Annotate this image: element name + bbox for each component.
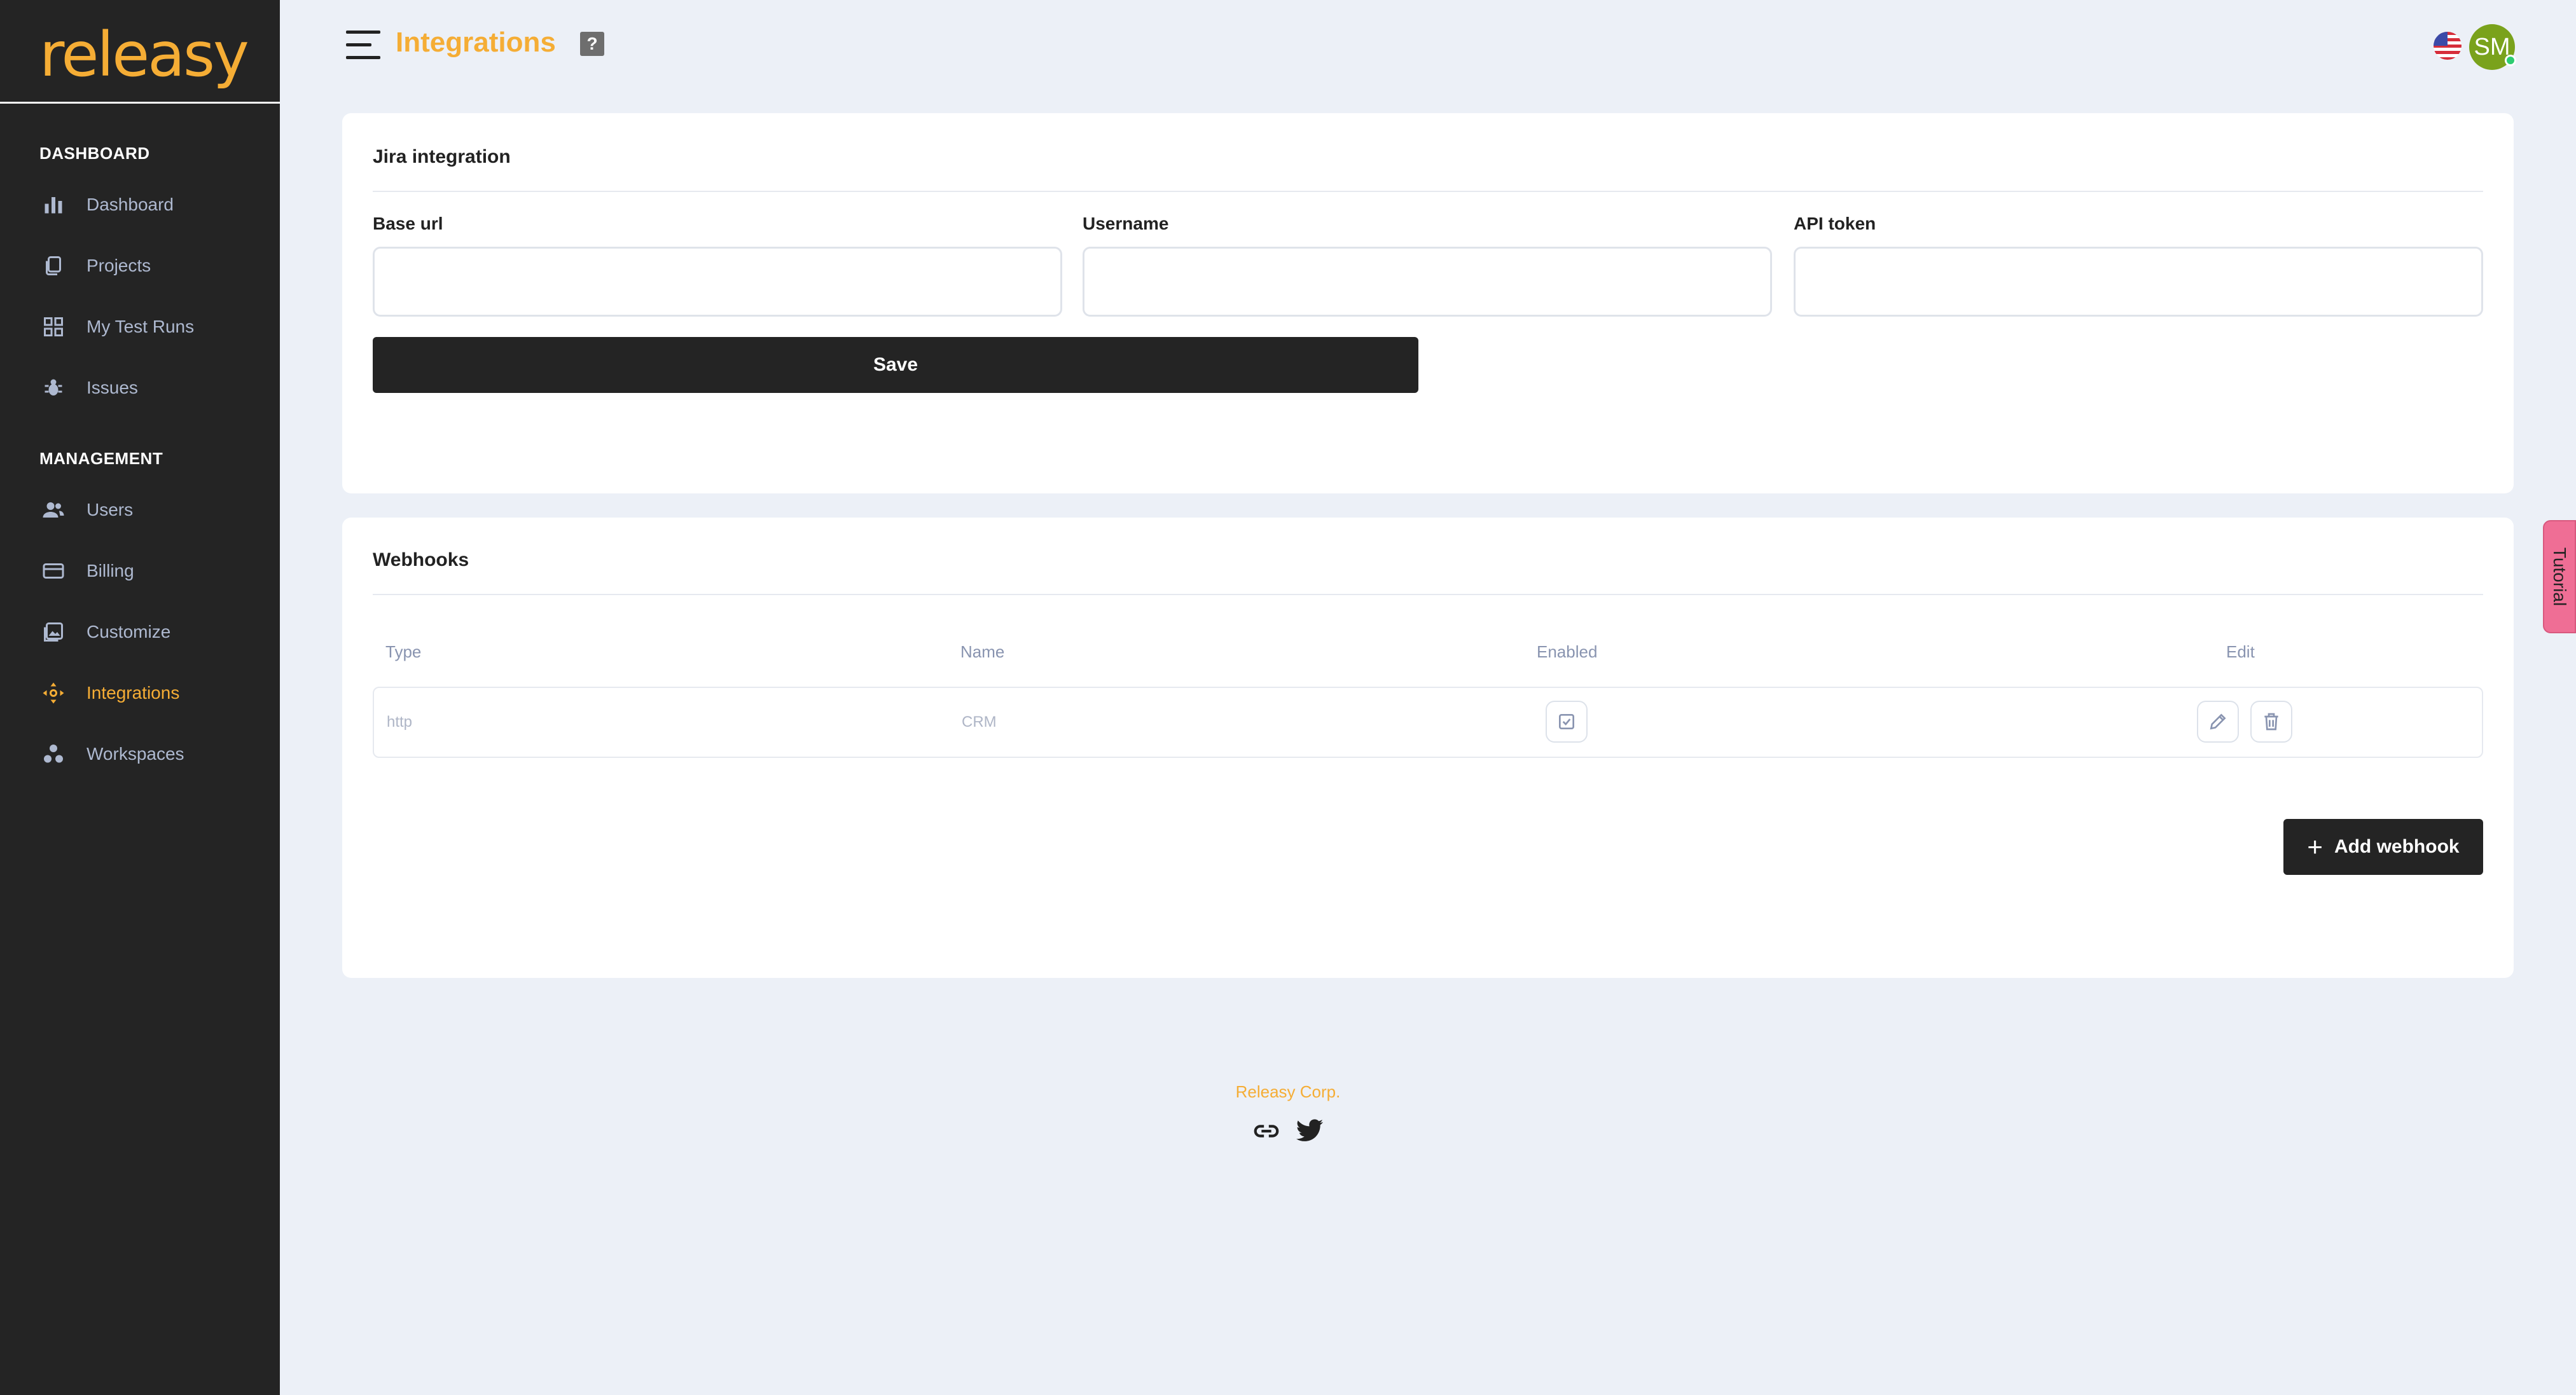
column-header-enabled: Enabled bbox=[1537, 642, 1598, 661]
column-header-edit: Edit bbox=[2226, 642, 2255, 661]
api-token-input[interactable] bbox=[1794, 247, 2483, 317]
sidebar-item-label: Customize bbox=[87, 622, 171, 642]
jira-card-title: Jira integration bbox=[373, 146, 511, 167]
edit-webhook-button[interactable] bbox=[2197, 701, 2239, 743]
webhook-type: http bbox=[387, 713, 413, 731]
sidebar-item-label: Dashboard bbox=[87, 195, 174, 214]
sidebar-section-dashboard: DASHBOARD bbox=[39, 144, 150, 163]
sidebar-section-management: MANAGEMENT bbox=[39, 449, 163, 468]
sidebar-item-projects[interactable]: Projects bbox=[39, 247, 256, 285]
online-status-indicator bbox=[2505, 55, 2516, 66]
credit-card-icon bbox=[39, 557, 67, 585]
image-gallery-icon bbox=[39, 618, 67, 646]
bar-chart-icon bbox=[39, 191, 67, 219]
workspaces-icon bbox=[39, 740, 67, 768]
table-row: http CRM bbox=[373, 687, 2483, 758]
integrations-icon bbox=[39, 679, 67, 707]
logo-divider bbox=[0, 102, 280, 104]
footer-company: Releasy Corp. bbox=[1235, 1082, 1341, 1101]
logo[interactable]: releasy bbox=[39, 24, 249, 85]
plus-icon: + bbox=[2307, 832, 2323, 862]
checkbox-checked-icon bbox=[1559, 714, 1574, 729]
username-label: Username bbox=[1083, 214, 1169, 233]
sidebar-item-label: Projects bbox=[87, 256, 151, 275]
divider bbox=[373, 191, 2483, 192]
pencil-icon bbox=[2210, 713, 2226, 730]
hamburger-menu-icon[interactable] bbox=[346, 31, 380, 60]
sidebar: releasy DASHBOARD Dashboard Projects My … bbox=[0, 0, 280, 1395]
sidebar-item-label: Issues bbox=[87, 378, 138, 397]
sidebar-item-workspaces[interactable]: Workspaces bbox=[39, 735, 256, 773]
add-webhook-label: Add webhook bbox=[2334, 836, 2460, 857]
twitter-icon[interactable] bbox=[1295, 1117, 1324, 1146]
page-title: Integrations bbox=[396, 27, 556, 58]
tutorial-label: Tutorial bbox=[2550, 547, 2570, 607]
base-url-label: Base url bbox=[373, 214, 443, 233]
users-icon bbox=[39, 496, 67, 524]
sidebar-item-my-test-runs[interactable]: My Test Runs bbox=[39, 308, 256, 346]
username-input[interactable] bbox=[1083, 247, 1772, 317]
document-copy-icon bbox=[39, 252, 67, 280]
sidebar-item-integrations[interactable]: Integrations bbox=[39, 674, 256, 712]
enabled-checkbox[interactable] bbox=[1546, 701, 1588, 743]
trash-icon bbox=[2264, 713, 2278, 731]
tutorial-tab[interactable]: Tutorial bbox=[2543, 520, 2576, 633]
column-header-type: Type bbox=[385, 642, 422, 661]
grid-icon bbox=[39, 313, 67, 341]
base-url-input[interactable] bbox=[373, 247, 1062, 317]
api-token-label: API token bbox=[1794, 214, 1876, 233]
link-icon[interactable] bbox=[1252, 1117, 1281, 1146]
sidebar-item-label: My Test Runs bbox=[87, 317, 195, 336]
add-webhook-button[interactable]: + Add webhook bbox=[2283, 819, 2483, 875]
save-button[interactable]: Save bbox=[373, 337, 1418, 393]
sidebar-item-customize[interactable]: Customize bbox=[39, 613, 256, 651]
webhook-name: CRM bbox=[962, 713, 997, 731]
sidebar-item-label: Workspaces bbox=[87, 744, 184, 764]
sidebar-item-billing[interactable]: Billing bbox=[39, 552, 256, 590]
sidebar-item-issues[interactable]: Issues bbox=[39, 369, 256, 407]
sidebar-item-label: Integrations bbox=[87, 683, 180, 703]
sidebar-item-dashboard[interactable]: Dashboard bbox=[39, 186, 256, 224]
column-header-name: Name bbox=[960, 642, 1005, 661]
bug-icon bbox=[39, 374, 67, 402]
webhooks-card-title: Webhooks bbox=[373, 549, 469, 570]
help-icon[interactable]: ? bbox=[580, 32, 604, 56]
webhooks-card: Webhooks Type Name Enabled Edit http CRM… bbox=[342, 518, 2514, 978]
sidebar-item-label: Users bbox=[87, 500, 134, 519]
sidebar-item-users[interactable]: Users bbox=[39, 491, 256, 529]
jira-integration-card: Jira integration Base url Username API t… bbox=[342, 113, 2514, 493]
sidebar-item-label: Billing bbox=[87, 561, 134, 581]
divider bbox=[373, 594, 2483, 595]
us-flag-icon[interactable] bbox=[2434, 32, 2462, 60]
delete-webhook-button[interactable] bbox=[2250, 701, 2292, 743]
